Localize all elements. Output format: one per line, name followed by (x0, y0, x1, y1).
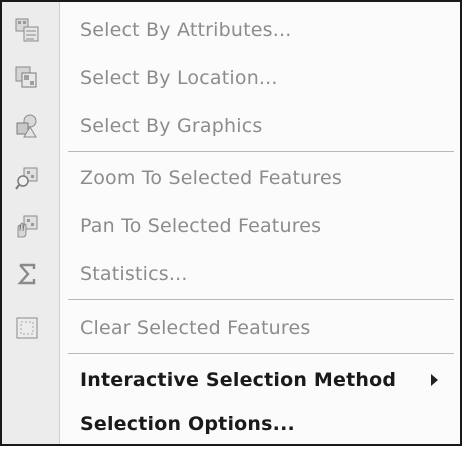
select-by-attributes-icon (15, 18, 39, 42)
pan-to-selected-icon (17, 215, 38, 238)
menu-item-interactive-selection-method[interactable]: Interactive Selection Method (2, 356, 460, 404)
menu-item-label: Interactive Selection Method (80, 369, 397, 391)
menu-item-label: Select By Attributes... (80, 19, 292, 41)
menu-separator (68, 353, 454, 354)
menu-item-label: Statistics... (80, 263, 188, 285)
menu-item-select-by-location[interactable]: Select By Location... (2, 54, 460, 102)
statistics-sigma-icon (17, 263, 36, 285)
menu-item-selection-options[interactable]: Selection Options... (2, 400, 460, 448)
menu-separator (68, 151, 454, 152)
menu-item-pan-to-selected[interactable]: Pan To Selected Features (2, 202, 460, 250)
menu-separator (68, 299, 454, 300)
menu-item-select-by-graphics[interactable]: Select By Graphics (2, 102, 460, 150)
select-by-graphics-icon (16, 114, 37, 138)
menu-item-zoom-to-selected[interactable]: Zoom To Selected Features (2, 154, 460, 202)
selection-context-menu: Select By Attributes... Select By Locati… (0, 0, 462, 446)
zoom-to-selected-icon (15, 167, 38, 190)
menu-item-select-by-attributes[interactable]: Select By Attributes... (2, 6, 460, 54)
menu-item-label: Pan To Selected Features (80, 215, 322, 237)
menu-item-label: Select By Graphics (80, 115, 263, 137)
menu-item-label: Selection Options... (80, 413, 295, 435)
clear-selection-icon (16, 317, 38, 339)
menu-item-statistics[interactable]: Statistics... (2, 250, 460, 298)
menu-item-label: Zoom To Selected Features (80, 167, 342, 189)
menu-item-clear-selected[interactable]: Clear Selected Features (2, 304, 460, 352)
select-by-location-icon (15, 66, 37, 88)
menu-item-label: Select By Location... (80, 67, 278, 89)
menu-item-label: Clear Selected Features (80, 317, 311, 339)
submenu-arrow-icon (431, 374, 438, 386)
